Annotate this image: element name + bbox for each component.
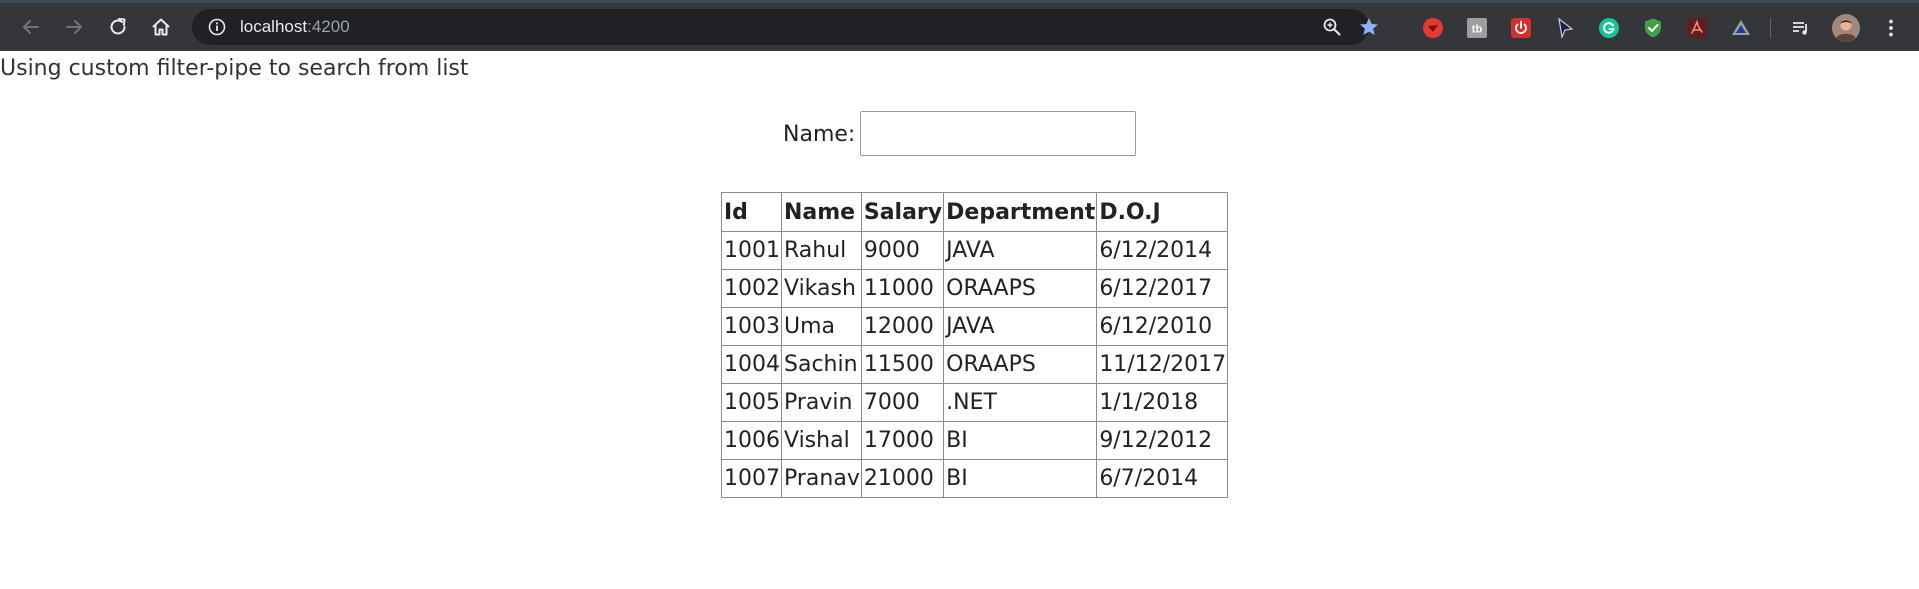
column-header-name: Name [781,192,862,232]
table-row: 1002 Vikash 11000 ORAAPS 6/12/2017 [721,269,1229,308]
cell-doj: 6/12/2010 [1096,307,1229,346]
cell-name: Sachin [781,345,862,384]
table-header-row: Id Name Salary Department D.O.J [721,192,1229,232]
pdf-extension-button[interactable] [1686,17,1708,39]
cell-name: Pranav [781,459,862,498]
cell-department: ORAAPS [943,269,1098,308]
cell-doj: 6/12/2014 [1096,231,1229,270]
cursor-extension-button[interactable] [1554,17,1576,39]
more-menu-button[interactable] [1880,17,1902,39]
tb-extension-button[interactable]: tb [1466,17,1488,39]
cell-department: BI [943,421,1098,460]
forward-icon [66,20,82,34]
red-bird-extension-icon [1423,18,1443,38]
cell-department: ORAAPS [943,345,1098,384]
red-bird-extension-button[interactable] [1422,17,1444,39]
power-extension-icon [1511,18,1531,38]
cell-doj: 6/7/2014 [1096,459,1229,498]
back-icon [23,20,39,34]
shield-check-extension-button[interactable] [1642,17,1664,39]
profile-avatar-icon [1832,14,1860,42]
table-body: 1001 Rahul 9000 JAVA 6/12/2014 1002 Vikash 1100… [721,231,1229,498]
cell-salary: 21000 [860,459,945,498]
svg-text:tb: tb [1472,24,1483,36]
cell-name: Pravin [781,383,862,422]
url-port: :4200 [307,17,350,36]
pdf-extension-icon [1687,18,1707,38]
table-row: 1003 Uma 12000 JAVA 6/12/2010 [721,307,1229,346]
cell-doj: 6/12/2017 [1096,269,1229,308]
url-host: localhost [240,17,308,36]
grammarly-extension-icon [1599,18,1619,38]
table-row: 1005 Pravin 7000 .NET 1/1/2018 [721,383,1229,422]
cell-salary: 11500 [860,345,945,384]
triangle-extension-icon [1732,20,1750,35]
profile-button[interactable] [1832,14,1860,42]
cell-id: 1001 [721,231,782,270]
cell-department: BI [943,459,1098,498]
cell-id: 1005 [721,383,782,422]
table-row: 1006 Vishal 17000 BI 9/12/2012 [721,421,1229,460]
shield-check-extension-icon [1645,18,1661,38]
cell-department: .NET [943,383,1098,422]
cell-salary: 12000 [860,307,945,346]
cell-name: Vikash [781,269,862,308]
cell-salary: 7000 [860,383,945,422]
more-menu-icon [1889,19,1893,37]
address-bar[interactable]: localhost:4200 [192,9,1378,45]
cell-name: Uma [781,307,862,346]
cell-doj: 11/12/2017 [1096,345,1229,384]
toolbar-separator [1770,18,1771,38]
name-filter-label: Name: [783,122,856,147]
cell-id: 1002 [721,269,782,308]
column-header-salary: Salary [860,192,945,232]
table-row: 1001 Rahul 9000 JAVA 6/12/2014 [721,231,1229,270]
table-row: 1004 Sachin 11500 ORAAPS 11/12/2017 [721,345,1229,384]
page-heading: Using custom filter-pipe to search from … [0,56,469,81]
reload-button[interactable] [103,12,133,42]
cell-doj: 9/12/2012 [1096,421,1229,460]
cell-department: JAVA [943,307,1098,346]
employee-table: Id Name Salary Department D.O.J 1001 Rahul 900… [721,192,1229,498]
home-icon [152,18,170,36]
cell-id: 1003 [721,307,782,346]
cell-salary: 9000 [860,231,945,270]
table-row: 1007 Pranav 21000 BI 6/7/2014 [721,459,1229,498]
cell-name: Vishal [781,421,862,460]
cursor-extension-icon [1558,17,1574,39]
cell-id: 1004 [721,345,782,384]
home-button[interactable] [146,12,176,42]
browser-toolbar: localhost:4200 tb [0,0,1919,51]
info-icon[interactable] [208,18,226,36]
column-header-doj: D.O.J [1096,192,1229,232]
forward-button[interactable] [59,12,89,42]
triangle-extension-button[interactable] [1730,17,1752,39]
tb-extension-icon: tb [1467,18,1487,38]
media-queue-icon [1793,22,1807,35]
cell-salary: 11000 [860,269,945,308]
media-queue-button[interactable] [1790,17,1812,39]
zoom-icon[interactable] [1322,17,1342,37]
page-content: Using custom filter-pipe to search from … [0,51,1919,589]
url-text[interactable]: localhost:4200 [240,17,350,37]
power-extension-button[interactable] [1510,17,1532,39]
cell-doj: 1/1/2018 [1096,383,1229,422]
cell-salary: 17000 [860,421,945,460]
cell-department: JAVA [943,231,1098,270]
bookmark-star-icon[interactable] [1358,16,1380,38]
reload-icon [110,18,126,35]
back-button[interactable] [16,12,46,42]
name-filter-input[interactable] [860,111,1136,156]
column-header-id: Id [721,192,782,232]
column-header-department: Department [943,192,1098,232]
cell-id: 1007 [721,459,782,498]
cell-name: Rahul [781,231,862,270]
grammarly-extension-button[interactable] [1598,17,1620,39]
cell-id: 1006 [721,421,782,460]
